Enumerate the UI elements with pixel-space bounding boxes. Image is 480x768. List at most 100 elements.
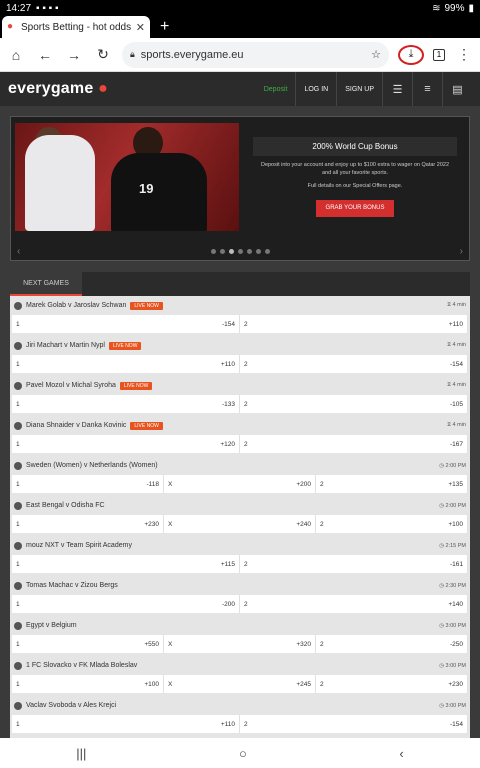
- odds-button[interactable]: 2 +140: [240, 595, 468, 613]
- game-name[interactable]: 1 FC Slovacko v FK Mlada Boleslav: [26, 662, 137, 669]
- odds-button[interactable]: 2 -154: [240, 355, 468, 373]
- site-logo[interactable]: everygame ●: [8, 80, 256, 98]
- odds-button[interactable]: 1 -133: [12, 395, 240, 413]
- game-row[interactable]: Egypt v Belgium ◷ 3:00 PM 1 +550 X +320 2 -250: [10, 616, 470, 656]
- odds-button[interactable]: 2 +100: [316, 515, 468, 533]
- more-menu-icon[interactable]: ⋮: [454, 46, 474, 63]
- carousel-dot[interactable]: [255, 249, 261, 254]
- menu-icon[interactable]: ☰: [382, 72, 412, 106]
- home-button-icon[interactable]: ○: [239, 746, 247, 761]
- game-name[interactable]: Tomas Machac v Zizou Bergs: [26, 582, 118, 589]
- game-name[interactable]: Pavel Mozol v Michal Syroha: [26, 382, 116, 389]
- odds-value: +120: [220, 440, 235, 448]
- odds-outcome: 1: [16, 680, 20, 688]
- game-row[interactable]: Jiri Machart v Martin Nypl LIVE NOW ⧖ 4 mi…: [10, 336, 470, 376]
- game-name[interactable]: Egypt v Belgium: [26, 622, 77, 629]
- login-link[interactable]: LOG IN: [295, 72, 336, 106]
- carousel-dot[interactable]: [237, 249, 243, 254]
- back-icon[interactable]: ←: [35, 47, 55, 63]
- carousel-dot[interactable]: [264, 249, 270, 254]
- game-name[interactable]: Vaclav Svoboda v Ales Krejci: [26, 702, 116, 709]
- odds-button[interactable]: 1 +230: [12, 515, 164, 533]
- game-time: ⧖ 4 min: [447, 302, 466, 308]
- new-tab-icon[interactable]: +: [160, 18, 169, 36]
- game-row[interactable]: Pavel Mozol v Michal Syroha LIVE NOW ⧖ 4 m…: [10, 376, 470, 416]
- odds-button[interactable]: X +240: [164, 515, 316, 533]
- odds-outcome: 1: [16, 360, 20, 368]
- game-row[interactable]: 1 FC Slovacko v FK Mlada Boleslav ◷ 3:00 …: [10, 656, 470, 696]
- odds-button[interactable]: 1 +110: [12, 715, 240, 733]
- close-tab-icon[interactable]: ✕: [136, 21, 145, 34]
- carousel-dot[interactable]: [210, 249, 216, 254]
- game-name[interactable]: Marek Golab v Jaroslav Schwan: [26, 302, 126, 309]
- signup-link[interactable]: SIGN UP: [336, 72, 382, 106]
- odds-button[interactable]: 2 -105: [240, 395, 468, 413]
- odds-button[interactable]: 2 +230: [316, 675, 468, 693]
- game-row[interactable]: Diana Shnaider v Danka Kovinic LIVE NOW ⧖ …: [10, 416, 470, 456]
- game-time: ◷ 2:15 PM: [439, 542, 466, 549]
- game-time: ◷ 2:30 PM: [439, 582, 466, 589]
- betslip-list-icon[interactable]: ≡: [412, 72, 442, 106]
- browser-tab[interactable]: ● Sports Betting - hot odds ✕: [2, 16, 150, 38]
- odds-button[interactable]: 2 +135: [316, 475, 468, 493]
- odds-value: +110: [220, 720, 235, 728]
- odds-button[interactable]: 1 +115: [12, 555, 240, 573]
- odds-button[interactable]: 1 +120: [12, 435, 240, 453]
- address-bar[interactable]: 🔒︎ sports.everygame.eu ☆: [122, 41, 389, 68]
- logo-text: everygame: [8, 80, 94, 97]
- game-time: ◷ 3:00 PM: [439, 662, 466, 669]
- promo-title: 200% World Cup Bonus: [253, 137, 457, 156]
- forward-icon[interactable]: →: [64, 47, 84, 63]
- odds-outcome: 1: [16, 440, 20, 448]
- odds-outcome: 1: [16, 600, 20, 608]
- tab-next-games[interactable]: NEXT GAMES: [10, 272, 82, 296]
- odds-value: +550: [144, 640, 159, 648]
- game-row[interactable]: Vaclav Svoboda v Ales Krejci ◷ 3:00 PM 1 +1…: [10, 696, 470, 736]
- download-icon[interactable]: ⤓: [398, 44, 424, 65]
- odds-outcome: 1: [16, 520, 20, 528]
- grab-bonus-button[interactable]: GRAB YOUR BONUS: [316, 200, 394, 217]
- game-row[interactable]: mouz NXT v Team Spirit Academy ◷ 2:15 PM 1…: [10, 536, 470, 576]
- game-name[interactable]: Sweden (Women) v Netherlands (Women): [26, 462, 158, 469]
- odds-button[interactable]: 1 -154: [12, 315, 240, 333]
- live-badge: LIVE NOW: [108, 341, 142, 350]
- game-row[interactable]: Marek Golab v Jaroslav Schwan LIVE NOW ⧖ 4…: [10, 296, 470, 336]
- odds-button[interactable]: 1 +110: [12, 355, 240, 373]
- deposit-link[interactable]: Deposit: [256, 72, 296, 106]
- reload-icon[interactable]: ↻: [93, 46, 113, 63]
- back-nav-icon[interactable]: ‹: [399, 746, 403, 761]
- tab-switcher-button[interactable]: 1: [433, 48, 445, 61]
- chat-icon[interactable]: ▤: [442, 72, 472, 106]
- game-time: ⧖ 4 min: [447, 382, 466, 388]
- odds-button[interactable]: 2 +110: [240, 315, 468, 333]
- odds-button[interactable]: X +200: [164, 475, 316, 493]
- carousel-dot[interactable]: [219, 249, 225, 254]
- odds-outcome: 2: [244, 440, 248, 448]
- bookmark-star-icon[interactable]: ☆: [371, 48, 381, 61]
- odds-button[interactable]: X +320: [164, 635, 316, 653]
- odds-button[interactable]: 2 -250: [316, 635, 468, 653]
- odds-button[interactable]: 2 -161: [240, 555, 468, 573]
- game-name[interactable]: Jiri Machart v Martin Nypl: [26, 342, 105, 349]
- odds-button[interactable]: X +245: [164, 675, 316, 693]
- odds-button[interactable]: 2 -154: [240, 715, 468, 733]
- odds-button[interactable]: 2 -167: [240, 435, 468, 453]
- odds-value: -118: [146, 480, 159, 488]
- odds-button[interactable]: 1 +550: [12, 635, 164, 653]
- home-icon[interactable]: ⌂: [6, 47, 26, 63]
- odds-value: +240: [296, 520, 311, 528]
- game-row[interactable]: Sweden (Women) v Netherlands (Women) ◷ 2:…: [10, 456, 470, 496]
- game-row[interactable]: Tomas Machac v Zizou Bergs ◷ 2:30 PM 1 -200…: [10, 576, 470, 616]
- game-name[interactable]: Diana Shnaider v Danka Kovinic: [26, 422, 126, 429]
- carousel-dot[interactable]: [228, 249, 234, 254]
- odds-button[interactable]: 1 -118: [12, 475, 164, 493]
- game-name[interactable]: East Bengal v Odisha FC: [26, 502, 105, 509]
- odds-value: -200: [221, 600, 235, 608]
- recents-icon[interactable]: |||: [76, 746, 86, 761]
- odds-button[interactable]: 1 -200: [12, 595, 240, 613]
- live-badge: LIVE NOW: [130, 301, 163, 310]
- game-name[interactable]: mouz NXT v Team Spirit Academy: [26, 542, 132, 549]
- odds-button[interactable]: 1 +100: [12, 675, 164, 693]
- carousel-dot[interactable]: [246, 249, 252, 254]
- game-row[interactable]: East Bengal v Odisha FC ◷ 2:00 PM 1 +230 X +2…: [10, 496, 470, 536]
